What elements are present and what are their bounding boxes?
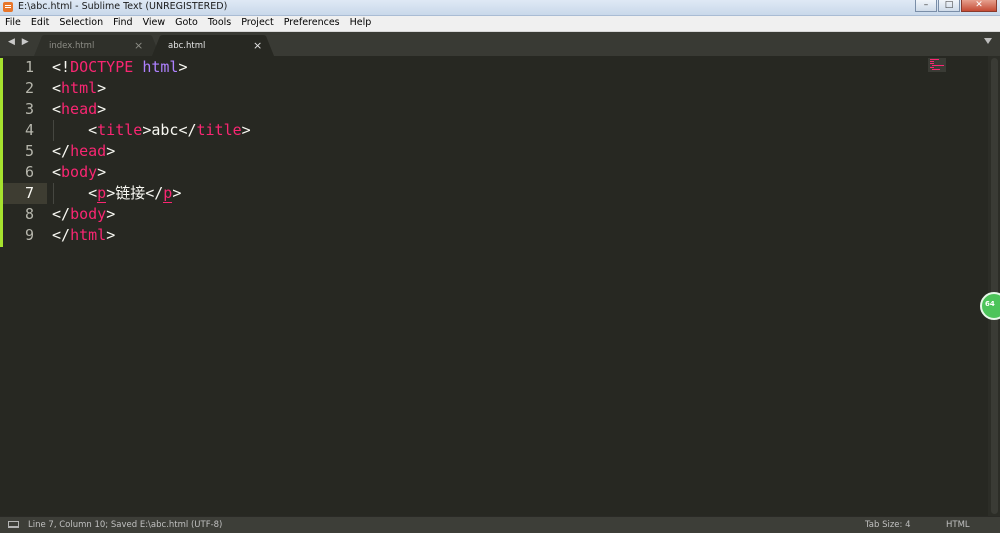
punct: </ <box>52 142 71 160</box>
menu-edit[interactable]: Edit <box>26 16 54 31</box>
code-line-8: </body> <box>52 204 115 225</box>
line-number-current: 7 <box>24 184 34 202</box>
minimap[interactable] <box>928 58 946 72</box>
floating-assistant-badge-icon[interactable]: 64 <box>980 292 1000 320</box>
punct: > <box>178 58 188 76</box>
tag-name: body <box>70 205 107 223</box>
scrollbar-thumb[interactable] <box>991 58 998 514</box>
doctype-value: html <box>142 58 179 76</box>
punct: > <box>97 100 107 118</box>
menu-project[interactable]: Project <box>236 16 279 31</box>
code-line-6: <body> <box>52 162 106 183</box>
code-line-9: </html> <box>52 225 115 246</box>
punct: </ <box>52 205 71 223</box>
punct: < <box>88 184 98 202</box>
maximize-button[interactable]: □ <box>938 0 960 12</box>
modified-lines-marker <box>0 58 3 247</box>
punct: </ <box>178 121 197 139</box>
line-number: 4 <box>24 121 34 139</box>
minimize-icon: – <box>923 0 929 10</box>
sublime-app-icon <box>3 2 13 12</box>
punct: > <box>172 184 182 202</box>
tab-label: abc.html <box>168 41 206 51</box>
close-icon: ✕ <box>975 0 983 10</box>
line-number: 1 <box>24 58 34 76</box>
punct: > <box>106 184 116 202</box>
tab-bar: ◀ ▶ index.html × abc.html × <box>0 32 1000 56</box>
punct: < <box>52 79 62 97</box>
code-line-5: </head> <box>52 141 115 162</box>
menu-file[interactable]: File <box>0 16 26 31</box>
punct: > <box>241 121 251 139</box>
text-content: 链接 <box>115 184 146 202</box>
punct: </ <box>145 184 164 202</box>
menu-view[interactable]: View <box>138 16 171 31</box>
line-number: 6 <box>24 163 34 181</box>
code-line-7: <p>链接</p> <box>52 183 181 204</box>
maximize-icon: □ <box>944 0 954 10</box>
title-bar: E:\abc.html - Sublime Text (UNREGISTERED… <box>0 0 1000 16</box>
tag-name: title <box>196 121 242 139</box>
tab-close-icon[interactable]: × <box>134 39 143 52</box>
code-line-4: <title>abc</title> <box>52 120 251 141</box>
line-number: 9 <box>24 226 34 244</box>
punct: > <box>97 79 107 97</box>
tab-close-icon[interactable]: × <box>253 39 262 52</box>
tab-index-html[interactable]: index.html × <box>34 35 160 56</box>
text-content: abc <box>151 121 179 139</box>
tag-name: head <box>70 142 107 160</box>
punct: > <box>106 142 116 160</box>
tag-name: head <box>61 100 98 118</box>
code-line-3: <head> <box>52 99 106 120</box>
status-position: Line 7, Column 10; Saved E:\abc.html (UT… <box>28 520 223 530</box>
tag-name: body <box>61 163 98 181</box>
menu-preferences[interactable]: Preferences <box>279 16 345 31</box>
panel-toggle-icon[interactable] <box>8 521 19 528</box>
line-number: 8 <box>24 205 34 223</box>
menu-tools[interactable]: Tools <box>203 16 236 31</box>
punct: > <box>106 226 116 244</box>
tag-name-matched: p <box>97 184 107 203</box>
tag-name: html <box>61 79 98 97</box>
minimize-button[interactable]: – <box>915 0 937 12</box>
menu-selection[interactable]: Selection <box>54 16 108 31</box>
tab-label: index.html <box>49 41 95 51</box>
window-title: E:\abc.html - Sublime Text (UNREGISTERED… <box>18 1 228 12</box>
line-number: 5 <box>24 142 34 160</box>
status-tab-size[interactable]: Tab Size: 4 <box>865 520 911 530</box>
status-bar: Line 7, Column 10; Saved E:\abc.html (UT… <box>0 516 1000 533</box>
doctype-keyword: DOCTYPE <box>70 58 134 76</box>
menu-find[interactable]: Find <box>108 16 137 31</box>
badge-text: 64 <box>985 300 995 308</box>
tag-name: title <box>97 121 143 139</box>
vertical-scrollbar[interactable] <box>988 56 1000 516</box>
punct: < <box>88 121 98 139</box>
tag-name: html <box>70 226 107 244</box>
punct: < <box>52 163 62 181</box>
punct: > <box>106 205 116 223</box>
editor-area[interactable]: 1 2 3 4 5 6 7 8 9 <!DOCTYPE html> <html>… <box>0 56 1000 516</box>
punct: <! <box>52 58 71 76</box>
punct: > <box>142 121 152 139</box>
code-line-2: <html> <box>52 78 106 99</box>
punct: </ <box>52 226 71 244</box>
tab-nav-arrows-icon[interactable]: ◀ ▶ <box>8 37 31 47</box>
punct: > <box>97 163 107 181</box>
menu-bar: File Edit Selection Find View Goto Tools… <box>0 16 1000 32</box>
punct: < <box>52 100 62 118</box>
line-number: 3 <box>24 100 34 118</box>
tag-name-matched: p <box>163 184 173 203</box>
window-controls: – □ ✕ <box>914 0 997 13</box>
menu-help[interactable]: Help <box>345 16 377 31</box>
tab-abc-html[interactable]: abc.html × <box>152 35 274 56</box>
close-button[interactable]: ✕ <box>961 0 997 12</box>
line-number: 2 <box>24 79 34 97</box>
code-line-1: <!DOCTYPE html> <box>52 57 187 78</box>
menu-goto[interactable]: Goto <box>170 16 203 31</box>
status-syntax[interactable]: HTML <box>946 520 970 530</box>
tab-list-chevron-down-icon[interactable] <box>984 38 992 44</box>
